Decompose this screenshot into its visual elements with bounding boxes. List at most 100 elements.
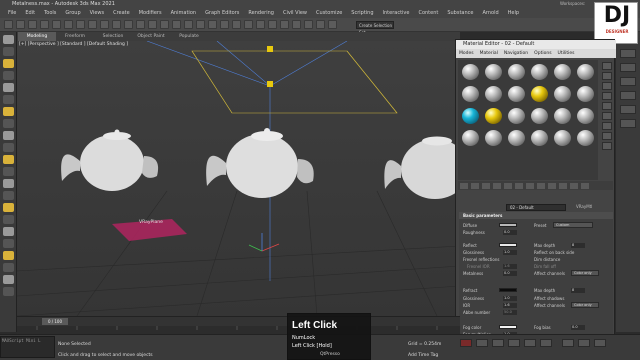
roughness-spinner[interactable]: 0.0 xyxy=(503,230,517,235)
bind-icon[interactable] xyxy=(52,20,61,29)
go-to-start-icon[interactable] xyxy=(476,339,488,347)
menu-help[interactable]: Help xyxy=(508,10,519,16)
rotate-icon[interactable] xyxy=(136,20,145,29)
sample-type-icon[interactable] xyxy=(602,62,612,70)
mirror-icon[interactable] xyxy=(256,20,265,29)
tab-object-paint[interactable]: Object Paint xyxy=(132,32,170,41)
sample-slot[interactable] xyxy=(531,64,548,80)
sample-slot[interactable] xyxy=(554,86,571,102)
fog-bias-spinner[interactable]: 0.0 xyxy=(571,325,585,330)
menu-tools[interactable]: Tools xyxy=(44,10,56,16)
tool-icon[interactable] xyxy=(3,287,14,296)
sample-slot[interactable] xyxy=(577,64,594,80)
material-id-icon[interactable] xyxy=(537,182,545,189)
previous-frame-icon[interactable] xyxy=(492,339,504,347)
tool-icon[interactable] xyxy=(3,179,14,188)
align-icon[interactable] xyxy=(268,20,277,29)
sample-slot-yellow[interactable] xyxy=(531,86,548,102)
tool-icon[interactable] xyxy=(3,275,14,284)
dim-distance-checkbox[interactable]: Dim distance xyxy=(534,257,560,262)
menu-modes[interactable]: Modes xyxy=(459,51,474,56)
tool-icon[interactable] xyxy=(3,251,14,260)
fog-color-swatch[interactable] xyxy=(499,325,517,329)
scale-icon[interactable] xyxy=(148,20,157,29)
snap-icon[interactable] xyxy=(196,20,205,29)
tool-icon[interactable] xyxy=(3,155,14,164)
menu-arnold[interactable]: Arnold xyxy=(482,10,498,16)
menu-edit[interactable]: Edit xyxy=(25,10,35,16)
sample-slot[interactable] xyxy=(531,130,548,146)
material-navigator-icon[interactable] xyxy=(602,142,612,150)
reset-map-icon[interactable] xyxy=(493,182,501,189)
fresnel-ior-spinner[interactable]: 1.6 xyxy=(503,264,517,269)
display-panel-icon[interactable] xyxy=(620,105,636,114)
tool-icon[interactable] xyxy=(3,71,14,80)
maxscript-listener[interactable]: MAXScript Mini L xyxy=(0,336,55,358)
sample-slot[interactable] xyxy=(531,108,548,124)
menu-create[interactable]: Create xyxy=(113,10,130,16)
unlink-icon[interactable] xyxy=(40,20,49,29)
go-to-parent-icon[interactable] xyxy=(570,182,578,189)
selection-set-dropdown[interactable]: Create Selection Set xyxy=(356,21,394,35)
get-material-icon[interactable] xyxy=(460,182,468,189)
material-name-field[interactable]: 02 - Default xyxy=(506,204,566,211)
place-icon[interactable] xyxy=(160,20,169,29)
filter-icon[interactable] xyxy=(64,20,73,29)
tool-icon[interactable] xyxy=(3,35,14,44)
tool-icon[interactable] xyxy=(3,167,14,176)
abbe-number-spinner[interactable]: 50.0 xyxy=(503,310,517,315)
tab-populate[interactable]: Populate xyxy=(170,32,208,41)
select-icon[interactable] xyxy=(76,20,85,29)
sample-slot[interactable] xyxy=(554,130,571,146)
sample-slot[interactable] xyxy=(577,108,594,124)
select-by-name-icon[interactable] xyxy=(88,20,97,29)
make-copy-icon[interactable] xyxy=(504,182,512,189)
tool-icon[interactable] xyxy=(3,143,14,152)
sample-slot[interactable] xyxy=(462,64,479,80)
sample-slot-yellow[interactable] xyxy=(485,108,502,124)
layer-icon[interactable] xyxy=(280,20,289,29)
background-icon[interactable] xyxy=(602,82,612,90)
refract-max-depth-spinner[interactable]: 8 xyxy=(571,288,585,293)
tool-icon[interactable] xyxy=(3,131,14,140)
sample-slot[interactable] xyxy=(485,64,502,80)
orbit-icon[interactable] xyxy=(578,339,590,347)
maximize-viewport-icon[interactable] xyxy=(594,339,606,347)
menu-civil-view[interactable]: Civil View xyxy=(283,10,307,16)
ior-spinner[interactable]: 1.6 xyxy=(503,303,517,308)
next-frame-icon[interactable] xyxy=(524,339,536,347)
percent-snap-icon[interactable] xyxy=(220,20,229,29)
sample-slot[interactable] xyxy=(577,130,594,146)
menu-customize[interactable]: Customize xyxy=(316,10,342,16)
tool-icon[interactable] xyxy=(3,215,14,224)
sample-slot[interactable] xyxy=(485,86,502,102)
add-time-tag-button[interactable]: Add Time Tag xyxy=(408,353,438,358)
options-icon[interactable] xyxy=(602,122,612,130)
tool-icon[interactable] xyxy=(3,59,14,68)
teapot-right[interactable] xyxy=(384,136,460,200)
viewport-label[interactable]: [+] [Perspective ] [Standard ] [Default … xyxy=(19,42,128,47)
teapot-center[interactable] xyxy=(206,128,314,198)
sample-slot-cyan[interactable] xyxy=(462,108,479,124)
teapot-left[interactable] xyxy=(61,129,159,192)
redo-icon[interactable] xyxy=(16,20,25,29)
pivot-icon[interactable] xyxy=(184,20,193,29)
menu-group[interactable]: Group xyxy=(65,10,80,16)
link-icon[interactable] xyxy=(28,20,37,29)
track-bar[interactable] xyxy=(17,326,460,334)
toggle-ribbon-icon[interactable] xyxy=(292,20,301,29)
menu-options[interactable]: Options xyxy=(534,51,551,56)
time-slider-track[interactable]: 0 / 100 xyxy=(17,316,460,326)
create-panel-icon[interactable] xyxy=(620,49,636,58)
tool-icon[interactable] xyxy=(3,107,14,116)
sample-slot[interactable] xyxy=(554,108,571,124)
target-icon[interactable] xyxy=(267,81,273,87)
max-depth-spinner[interactable]: 8 xyxy=(571,243,585,248)
tool-icon[interactable] xyxy=(3,203,14,212)
sample-slot[interactable] xyxy=(508,130,525,146)
show-shaded-icon[interactable] xyxy=(548,182,556,189)
make-unique-icon[interactable] xyxy=(515,182,523,189)
hierarchy-panel-icon[interactable] xyxy=(620,77,636,86)
tool-icon[interactable] xyxy=(3,119,14,128)
sample-slot[interactable] xyxy=(577,86,594,102)
